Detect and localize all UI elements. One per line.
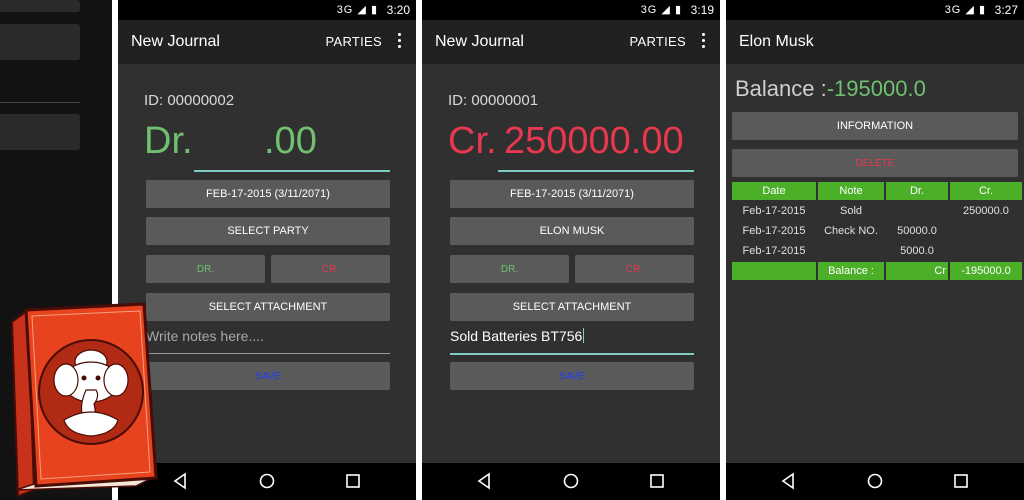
save-button[interactable]: SAVE (450, 362, 694, 390)
overflow-menu-icon[interactable] (698, 33, 708, 51)
action-bar: Elon Musk (726, 20, 1024, 64)
notes-placeholder: Write notes here.... (146, 328, 265, 344)
page-title: New Journal (435, 33, 524, 50)
select-party-button[interactable]: ELON MUSK (450, 217, 694, 245)
back-icon[interactable] (780, 472, 798, 490)
cr-button[interactable]: CR. (575, 255, 694, 283)
header-date: Date (732, 182, 816, 200)
status-time: 3:27 (994, 3, 1018, 17)
table-row: Feb-17-2015 5000.0 (732, 242, 1022, 260)
back-icon[interactable] (172, 472, 190, 490)
select-party-button[interactable]: SELECT PARTY (146, 217, 390, 245)
balance-display: Balance :-195000.0 (735, 76, 926, 102)
balance-value: -195000.0 (826, 76, 926, 101)
amount-underline (498, 170, 694, 172)
app-logo (10, 302, 158, 498)
cell-note (818, 242, 884, 260)
cell-cr (950, 222, 1022, 240)
cell-note: Check NO. (824, 225, 878, 237)
information-button[interactable]: INFORMATION (732, 112, 1018, 140)
select-attachment-button[interactable]: SELECT ATTACHMENT (146, 293, 390, 321)
select-attachment-button[interactable]: SELECT ATTACHMENT (450, 293, 694, 321)
recents-icon[interactable] (952, 472, 970, 490)
notes-underline (146, 353, 390, 354)
cell-date: Feb-17-2015 (742, 225, 806, 237)
back-icon[interactable] (476, 472, 494, 490)
notes-underline (450, 353, 694, 355)
drawer-item[interactable] (0, 24, 80, 60)
cell-dr: 50000.0 (897, 225, 937, 237)
action-bar: New Journal PARTIES (422, 20, 720, 64)
cell-date: Feb-17-2015 (742, 245, 806, 257)
table-row: Feb-17-2015 Check NO. 50000.0 (732, 222, 1022, 240)
network-label: 3G (944, 4, 962, 16)
home-icon[interactable] (866, 472, 884, 490)
cell-cr: 250000.0 (963, 205, 1009, 217)
amount-type: Cr. (448, 120, 497, 162)
status-time: 3:19 (690, 3, 714, 17)
parties-button[interactable]: PARTIES (629, 34, 686, 49)
cell-note: Sold (839, 205, 863, 217)
notes-input[interactable]: Write notes here.... (146, 328, 390, 354)
header-note: Note (818, 182, 884, 200)
journal-id: ID: 00000002 (144, 92, 235, 109)
recents-icon[interactable] (344, 472, 362, 490)
signal-battery-icon: 3G ◢ ▮ (944, 4, 986, 16)
page-title: Elon Musk (739, 33, 814, 50)
amount-input[interactable]: .00 (264, 120, 317, 163)
page-title: New Journal (131, 33, 220, 50)
status-bar: 3G ◢ ▮ 3:27 (726, 0, 1024, 20)
cell-dr: 5000.0 (900, 245, 934, 257)
table-row: Feb-17-2015 Sold 250000.0 (732, 202, 1022, 220)
phone-new-journal-2: 3G ◢ ▮ 3:19 New Journal PARTIES ID: 0000… (422, 0, 720, 500)
cell-date: Feb-17-2015 (742, 205, 806, 217)
action-bar: New Journal PARTIES (118, 20, 416, 64)
recents-icon[interactable] (648, 472, 666, 490)
notes-input[interactable]: Sold Batteries BT756 (450, 328, 694, 354)
dr-button[interactable]: DR. (450, 255, 569, 283)
header-dr: Dr. (886, 182, 948, 200)
dr-button[interactable]: DR. (146, 255, 265, 283)
home-icon[interactable] (258, 472, 276, 490)
footer-balance-label: Balance : (818, 262, 884, 280)
drawer-divider (0, 102, 80, 103)
notes-value: Sold Batteries BT756 (450, 328, 583, 344)
delete-button[interactable]: DELETE (732, 149, 1018, 177)
drawer-item[interactable] (0, 0, 80, 12)
amount-underline (194, 170, 390, 172)
network-label: 3G (640, 4, 658, 16)
cell-cr (950, 242, 1022, 260)
footer-balance-type: Cr (886, 262, 948, 280)
date-button[interactable]: FEB-17-2015 (3/11/2071) (146, 180, 390, 208)
journal-id: ID: 00000001 (448, 92, 539, 109)
parties-button[interactable]: PARTIES (325, 34, 382, 49)
cell-dr (886, 202, 948, 220)
nav-bar (118, 463, 416, 500)
footer-balance-value: -195000.0 (950, 262, 1022, 280)
save-button[interactable]: SAVE (146, 362, 390, 390)
nav-bar (422, 463, 720, 500)
text-caret (583, 328, 585, 343)
network-label: 3G (336, 4, 354, 16)
overflow-menu-icon[interactable] (394, 33, 404, 51)
table-footer-row: Balance : Cr -195000.0 (732, 262, 1022, 280)
phone-new-journal-1: 3G ◢ ▮ 3:20 New Journal PARTIES ID: 0000… (118, 0, 416, 500)
phone-ledger: 3G ◢ ▮ 3:27 Elon Musk Balance :-195000.0… (726, 0, 1024, 500)
status-bar: 3G ◢ ▮ 3:19 (422, 0, 720, 20)
signal-battery-icon: 3G ◢ ▮ (640, 4, 682, 16)
status-bar: 3G ◢ ▮ 3:20 (118, 0, 416, 20)
amount-type: Dr. (144, 120, 193, 162)
table-header-row: Date Note Dr. Cr. (732, 182, 1022, 200)
status-time: 3:20 (386, 3, 410, 17)
drawer-item[interactable] (0, 114, 80, 150)
header-cr: Cr. (950, 182, 1022, 200)
amount-input[interactable]: 250000.00 (504, 120, 684, 163)
home-icon[interactable] (562, 472, 580, 490)
date-button[interactable]: FEB-17-2015 (3/11/2071) (450, 180, 694, 208)
nav-bar (726, 463, 1024, 500)
footer-blank (732, 262, 816, 280)
signal-battery-icon: 3G ◢ ▮ (336, 4, 378, 16)
balance-label: Balance : (735, 76, 827, 101)
cr-button[interactable]: CR. (271, 255, 390, 283)
